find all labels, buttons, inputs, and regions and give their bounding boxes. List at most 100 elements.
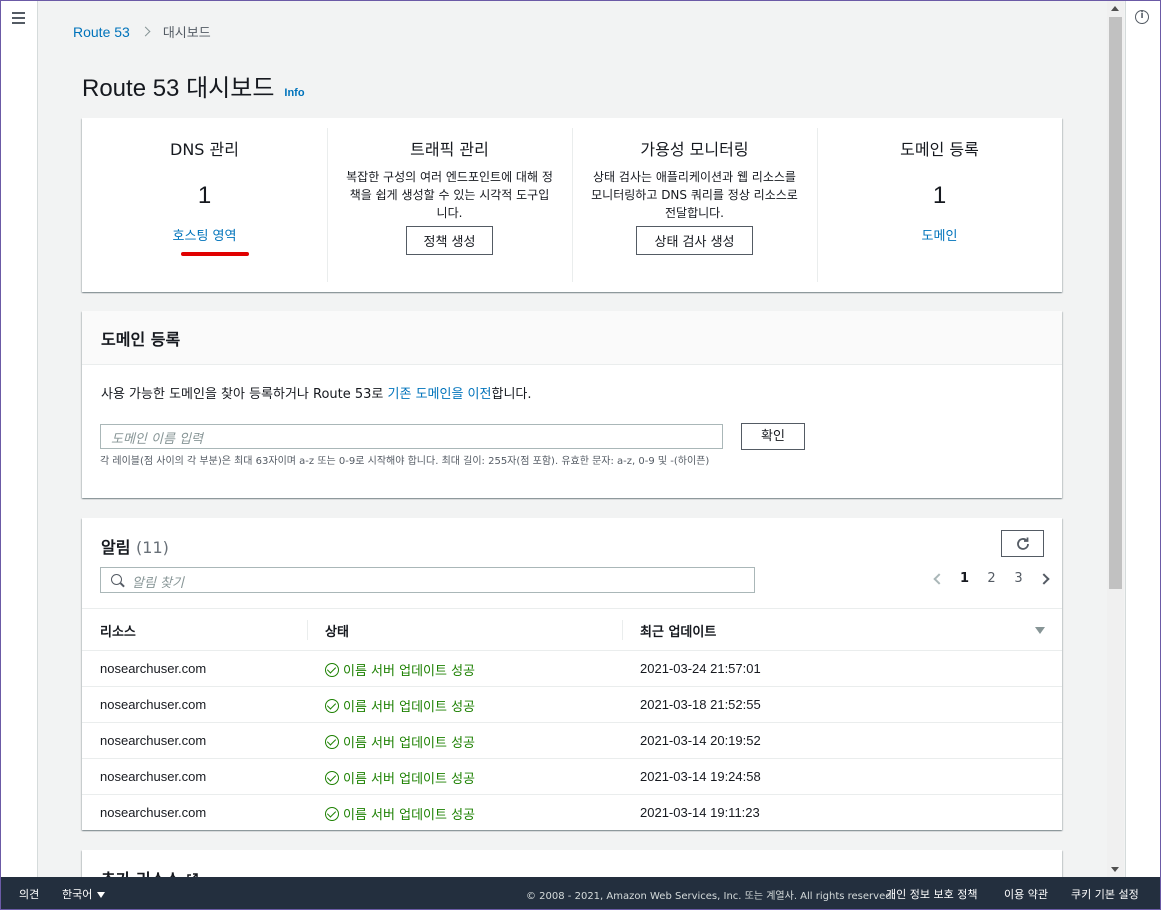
language-label: 한국어 xyxy=(62,888,93,901)
feedback-link[interactable]: 의견 xyxy=(19,886,39,902)
scroll-up-arrow-icon[interactable] xyxy=(1111,6,1119,11)
create-policy-button[interactable]: 정책 생성 xyxy=(405,226,494,255)
hosted-zones-link[interactable]: 호스팅 영역 xyxy=(173,225,237,244)
status-cell: 이름 서버 업데이트 성공 xyxy=(325,660,475,679)
traffic-heading: 트래픽 관리 xyxy=(410,140,489,159)
copyright-text: © 2008 - 2021, Amazon Web Services, Inc.… xyxy=(526,891,895,902)
caret-down-icon xyxy=(97,892,106,898)
status-cell: 이름 서버 업데이트 성공 xyxy=(325,804,475,823)
column-resource[interactable]: 리소스 xyxy=(100,621,136,640)
check-circle-icon xyxy=(325,734,339,749)
domain-count: 1 xyxy=(932,182,947,209)
status-text: 이름 서버 업데이트 성공 xyxy=(343,736,475,751)
domain-registration-section: 도메인 등록 1 도메인 xyxy=(817,118,1062,292)
page-2[interactable]: 2 xyxy=(978,571,1005,586)
resource-cell: nosearchuser.com xyxy=(100,769,207,784)
right-help-rail: i xyxy=(1125,1,1160,877)
red-annotation-underline xyxy=(181,252,249,256)
traffic-management-section: 트래픽 관리 복잡한 구성의 여러 엔드포인트에 대해 정책을 쉽게 생성할 수… xyxy=(327,118,572,292)
sort-descending-icon[interactable] xyxy=(1035,627,1045,634)
resource-cell: nosearchuser.com xyxy=(100,661,207,676)
language-selector[interactable]: 한국어 xyxy=(62,886,106,902)
availability-heading: 가용성 모니터링 xyxy=(640,140,749,159)
table-row: nosearchuser.com 이름 서버 업데이트 성공 2021-03-24 … xyxy=(82,651,1062,687)
status-text: 이름 서버 업데이트 성공 xyxy=(343,808,475,823)
domain-name-input[interactable]: 도메인 이름 입력 xyxy=(100,424,723,449)
breadcrumb: Route 53 대시보드 xyxy=(73,22,211,42)
alarms-count: (11) xyxy=(136,538,169,557)
updated-cell: 2021-03-18 21:52:55 xyxy=(640,697,761,712)
domain-description: 사용 가능한 도메인을 찾아 등록하거나 Route 53로 기존 도메인을 이… xyxy=(101,383,532,402)
column-status[interactable]: 상태 xyxy=(325,621,349,640)
column-divider xyxy=(307,620,308,640)
search-icon xyxy=(111,574,122,585)
table-row: nosearchuser.com 이름 서버 업데이트 성공 2021-03-14 … xyxy=(82,723,1062,759)
dns-management-section: DNS 관리 1 호스팅 영역 xyxy=(82,118,327,292)
availability-monitoring-section: 가용성 모니터링 상태 검사는 애플리케이션과 웹 리소스를 모니터링하고 DN… xyxy=(572,118,817,292)
create-health-check-button[interactable]: 상태 검사 생성 xyxy=(636,226,753,255)
resource-cell: nosearchuser.com xyxy=(100,805,207,820)
breadcrumb-current: 대시보드 xyxy=(162,26,211,41)
info-icon[interactable]: i xyxy=(1135,10,1149,24)
table-header: 리소스 상태 최근 업데이트 xyxy=(82,608,1062,651)
transfer-domain-link[interactable]: 기존 도메인을 이전 xyxy=(388,387,492,402)
domain-registration-card: 도메인 등록 사용 가능한 도메인을 찾아 등록하거나 Route 53로 기존… xyxy=(82,311,1062,498)
status-cell: 이름 서버 업데이트 성공 xyxy=(325,768,475,787)
page-title-text: Route 53 대시보드 xyxy=(82,75,275,102)
table-row: nosearchuser.com 이름 서버 업데이트 성공 2021-03-14 … xyxy=(82,759,1062,795)
page-1[interactable]: 1 xyxy=(951,571,978,586)
status-cell: 이름 서버 업데이트 성공 xyxy=(325,696,475,715)
cookie-preferences-link[interactable]: 쿠키 기본 설정 xyxy=(1071,886,1139,902)
hosted-zone-count: 1 xyxy=(197,182,212,209)
check-circle-icon xyxy=(325,698,339,713)
alarms-card: 알림 (11) 알림 찾기 1 2 3 리소스 상태 최근 업데이트 nosea… xyxy=(82,518,1062,830)
footer: 의견 한국어 © 2008 - 2021, Amazon Web Service… xyxy=(1,877,1160,909)
vertical-scrollbar[interactable] xyxy=(1107,1,1124,877)
traffic-description: 복잡한 구성의 여러 엔드포인트에 대해 정책을 쉽게 생성할 수 있는 시각적… xyxy=(346,170,553,220)
check-domain-button[interactable]: 확인 xyxy=(741,423,805,450)
registration-heading: 도메인 등록 xyxy=(900,140,979,159)
domain-desc-suffix: 합니다. xyxy=(491,387,532,402)
updated-cell: 2021-03-14 19:24:58 xyxy=(640,769,761,784)
updated-cell: 2021-03-14 19:11:23 xyxy=(640,805,760,820)
resource-cell: nosearchuser.com xyxy=(100,733,207,748)
alarm-search-placeholder: 알림 찾기 xyxy=(132,576,184,591)
column-divider xyxy=(622,620,623,640)
info-link[interactable]: Info xyxy=(284,87,304,99)
hamburger-icon[interactable] xyxy=(12,12,25,24)
status-cell: 이름 서버 업데이트 성공 xyxy=(325,732,475,751)
alarms-table: 리소스 상태 최근 업데이트 nosearchuser.com 이름 서버 업데이… xyxy=(82,608,1062,831)
next-page-icon[interactable] xyxy=(1038,572,1050,585)
check-circle-icon xyxy=(325,806,339,821)
previous-page-icon[interactable] xyxy=(933,572,945,585)
check-circle-icon xyxy=(325,662,339,677)
domain-card-title: 도메인 등록 xyxy=(82,311,1062,365)
alarm-search-input[interactable]: 알림 찾기 xyxy=(100,567,755,593)
availability-description: 상태 검사는 애플리케이션과 웹 리소스를 모니터링하고 DNS 쿼리를 정상 … xyxy=(591,170,798,220)
terms-link[interactable]: 이용 약관 xyxy=(1004,886,1048,902)
table-row: nosearchuser.com 이름 서버 업데이트 성공 2021-03-14 … xyxy=(82,795,1062,831)
domains-link[interactable]: 도메인 xyxy=(922,225,958,244)
chevron-right-icon xyxy=(140,26,151,37)
scroll-thumb[interactable] xyxy=(1109,17,1122,589)
page-title: Route 53 대시보드 Info xyxy=(82,68,305,103)
alarms-title: 알림 (11) xyxy=(101,534,169,558)
column-updated[interactable]: 최근 업데이트 xyxy=(640,621,716,640)
breadcrumb-root-link[interactable]: Route 53 xyxy=(73,24,130,40)
left-nav-rail xyxy=(1,1,38,877)
scroll-down-arrow-icon[interactable] xyxy=(1111,867,1119,872)
status-text: 이름 서버 업데이트 성공 xyxy=(343,772,475,787)
overview-card: DNS 관리 1 호스팅 영역 트래픽 관리 복잡한 구성의 여러 엔드포인트에… xyxy=(82,118,1062,292)
status-text: 이름 서버 업데이트 성공 xyxy=(343,700,475,715)
privacy-link[interactable]: 개인 정보 보호 정책 xyxy=(886,886,977,902)
refresh-button[interactable] xyxy=(1001,530,1044,557)
alarms-title-text: 알림 xyxy=(101,538,131,557)
resource-cell: nosearchuser.com xyxy=(100,697,207,712)
pagination: 1 2 3 xyxy=(927,571,1056,586)
updated-cell: 2021-03-14 20:19:52 xyxy=(640,733,761,748)
domain-desc-prefix: 사용 가능한 도메인을 찾아 등록하거나 Route 53로 xyxy=(101,387,388,402)
check-circle-icon xyxy=(325,770,339,785)
page-3[interactable]: 3 xyxy=(1005,571,1032,586)
refresh-icon xyxy=(1016,537,1029,550)
dns-heading: DNS 관리 xyxy=(170,140,239,159)
